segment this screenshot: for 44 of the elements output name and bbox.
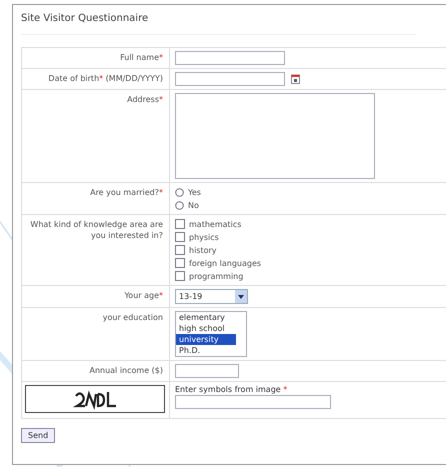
- required-mark: *: [283, 385, 288, 394]
- option-label: No: [188, 200, 199, 210]
- option-label: history: [189, 246, 217, 254]
- send-button[interactable]: Send: [21, 428, 56, 443]
- radio-button[interactable]: [175, 200, 184, 210]
- age-select[interactable]: 13-19: [175, 289, 248, 304]
- education-listbox[interactable]: elementary high school university Ph.D.: [175, 311, 247, 357]
- list-option[interactable]: Ph.D.: [176, 345, 236, 356]
- checkbox[interactable]: [175, 219, 185, 229]
- date-field[interactable]: [175, 72, 285, 86]
- list-option[interactable]: elementary: [176, 312, 236, 323]
- option-label: foreign languages: [189, 258, 262, 268]
- caret-icon: [238, 294, 244, 298]
- required-mark: *: [159, 95, 163, 104]
- checkbox[interactable]: [175, 258, 185, 268]
- field-label: Your age*: [22, 286, 170, 307]
- form-title: Site Visitor Questionnaire: [21, 13, 416, 35]
- field-label: Address*: [22, 90, 170, 182]
- captcha-field[interactable]: [175, 395, 331, 409]
- income-field[interactable]: [175, 364, 239, 378]
- required-mark: *: [159, 53, 163, 62]
- calendar-icon[interactable]: [291, 74, 300, 84]
- field-label: Annual income ($): [22, 361, 170, 381]
- checkbox[interactable]: [175, 245, 185, 255]
- field-label: Full name*: [22, 48, 170, 68]
- address-field[interactable]: [175, 93, 375, 179]
- field-label: What kind of knowledge area are you interested in?: [22, 215, 170, 285]
- checkbox[interactable]: [175, 271, 185, 281]
- field-label: Date of birth* (MM/DD/YYYY): [22, 69, 170, 89]
- text-field[interactable]: [175, 51, 285, 65]
- option-label: physics: [189, 232, 219, 242]
- required-mark: *: [159, 291, 163, 300]
- option-label: programming: [189, 272, 244, 280]
- field-label: your education: [22, 308, 170, 360]
- checkbox[interactable]: [175, 232, 185, 242]
- required-mark: *: [99, 74, 104, 83]
- option-label: Yes: [188, 188, 201, 196]
- radio-button[interactable]: [175, 188, 184, 196]
- required-mark: *: [159, 188, 163, 197]
- list-option[interactable]: high school: [176, 323, 236, 334]
- captcha-prompt: Enter symbols from image *: [175, 385, 288, 394]
- list-option[interactable]: university: [176, 334, 236, 345]
- option-label: mathematics: [189, 220, 242, 228]
- field-label: Are you married?*: [22, 183, 170, 214]
